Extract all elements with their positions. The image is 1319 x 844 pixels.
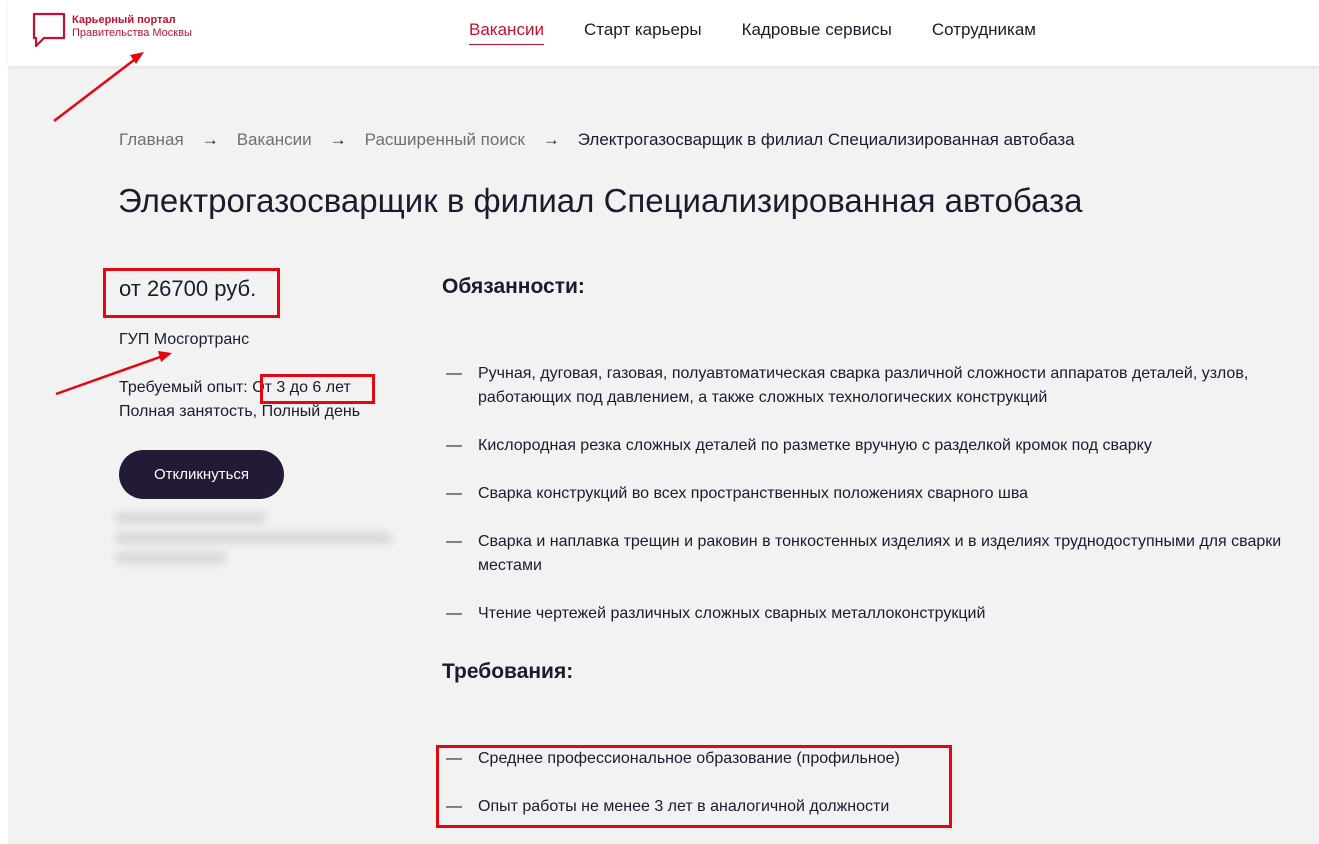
- breadcrumb-vacancies[interactable]: Вакансии: [237, 130, 312, 150]
- experience: Требуемый опыт: От 3 до 6 лет: [119, 379, 351, 397]
- nav-item-career-start[interactable]: Старт карьеры: [584, 20, 702, 45]
- list-item: — Опыт работы не менее 3 лет в аналогично…: [446, 795, 1319, 819]
- page-title: Электрогазосварщик в филиал Специализиро…: [118, 182, 1083, 219]
- page: Карьерный портал Правительства Москвы Ва…: [0, 0, 1319, 844]
- nav-item-employees[interactable]: Сотрудникам: [932, 20, 1036, 45]
- duty-text: Сварка и наплавка трещин и раковин в тон…: [478, 533, 1282, 574]
- duty-text: Кислородная резка сложных деталей по раз…: [478, 437, 1152, 454]
- breadcrumb-advanced-search[interactable]: Расширенный поиск: [365, 130, 525, 150]
- list-item: — Среднее профессиональное образование (п…: [446, 747, 1319, 771]
- site-header: Карьерный портал Правительства Москвы Ва…: [8, 0, 1319, 66]
- employment-type: Полная занятость, Полный день: [119, 403, 361, 420]
- list-item: — Кислородная резка сложных деталей по ра…: [446, 434, 1319, 458]
- requirement-text: Среднее профессиональное образование (пр…: [478, 750, 900, 767]
- logo-line2: Правительства Москвы: [72, 27, 192, 39]
- nav-item-hr-services[interactable]: Кадровые сервисы: [742, 20, 892, 45]
- breadcrumb-current: Электрогазосварщик в филиал Специализиро…: [577, 130, 1075, 149]
- experience-label: Требуемый опыт:: [119, 379, 253, 396]
- list-item: — Ручная, дуговая, газовая, полуавтоматич…: [446, 362, 1319, 410]
- dash-bullet: —: [446, 750, 462, 767]
- list-item: — Чтение чертежей различных сложных сварн…: [446, 602, 1319, 626]
- arrow-right-icon: →: [542, 130, 560, 149]
- dash-bullet: —: [446, 798, 462, 815]
- breadcrumb: Главная → Вакансии → Расширенный поиск →…: [119, 130, 1075, 150]
- apply-button[interactable]: Откликнуться: [119, 450, 284, 499]
- requirements-list: — Среднее профессиональное образование (п…: [446, 747, 1319, 843]
- requirement-text: Опыт работы не менее 3 лет в аналогичной…: [478, 798, 890, 815]
- experience-value: От 3 до 6 лет: [252, 379, 351, 396]
- speech-bubble-logo-icon: [32, 12, 66, 48]
- duty-text: Сварка конструкций во всех пространствен…: [478, 485, 1029, 502]
- requirements-title: Требования:: [442, 660, 574, 683]
- duty-text: Чтение чертежей различных сложных сварны…: [478, 605, 986, 622]
- salary: от 26700 руб.: [119, 276, 257, 301]
- main-nav: Вакансии Старт карьеры Кадровые сервисы …: [469, 20, 1076, 45]
- nav-item-vacancies[interactable]: Вакансии: [469, 20, 544, 45]
- dash-bullet: —: [446, 533, 462, 550]
- list-item: — Сварка и наплавка трещин и раковин в то…: [446, 530, 1319, 578]
- duties-list: — Ручная, дуговая, газовая, полуавтоматич…: [446, 362, 1319, 650]
- main-content: Главная → Вакансии → Расширенный поиск →…: [8, 66, 1319, 844]
- logo-text: Карьерный портал Правительства Москвы: [72, 14, 192, 40]
- arrow-right-icon: →: [329, 130, 347, 149]
- dash-bullet: —: [446, 485, 462, 502]
- dash-bullet: —: [446, 437, 462, 454]
- list-item: — Сварка конструкций во всех пространстве…: [446, 482, 1319, 506]
- blurred-contact-info: [116, 512, 396, 592]
- logo-line1: Карьерный портал: [72, 14, 176, 26]
- portal-logo[interactable]: Карьерный портал Правительства Москвы: [32, 12, 192, 48]
- arrow-right-icon: →: [201, 130, 219, 149]
- breadcrumb-home[interactable]: Главная: [119, 130, 184, 150]
- dash-bullet: —: [446, 605, 462, 622]
- company-name[interactable]: ГУП Мосгортранс: [119, 331, 249, 349]
- duty-text: Ручная, дуговая, газовая, полуавтоматиче…: [478, 365, 1249, 406]
- dash-bullet: —: [446, 365, 462, 382]
- duties-title: Обязанности:: [442, 275, 585, 298]
